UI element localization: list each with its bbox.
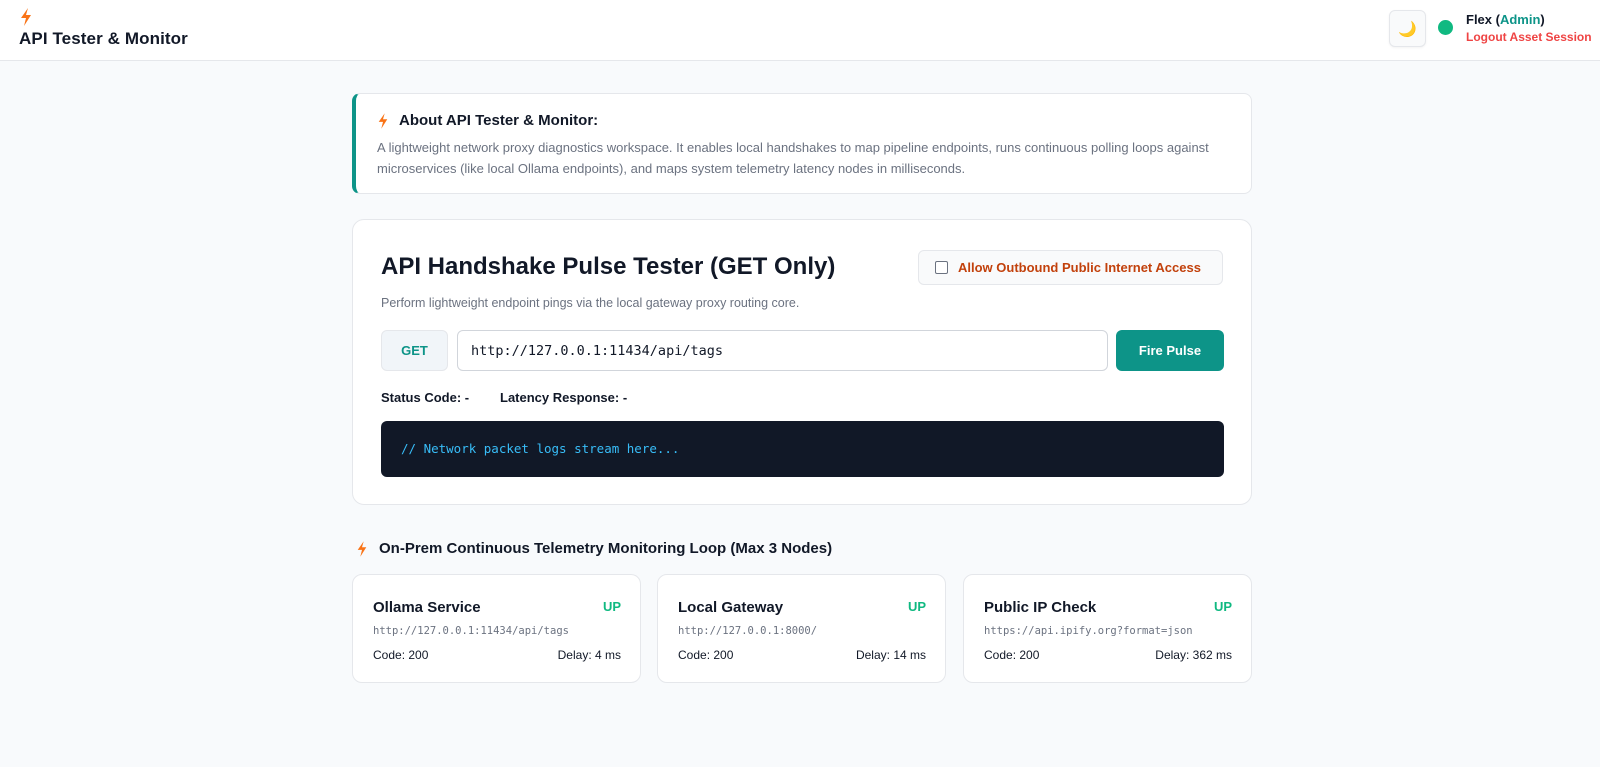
http-method-badge: GET <box>381 330 448 371</box>
node-name: Ollama Service <box>373 599 481 616</box>
user-block: Flex (Admin) Logout Asset Session <box>1466 12 1592 44</box>
node-status-code: Code: 200 <box>373 648 429 662</box>
tester-title: API Handshake Pulse Tester (GET Only) <box>381 253 836 280</box>
node-status-badge: UP <box>1213 599 1232 614</box>
about-card: About API Tester & Monitor: A lightweigh… <box>352 93 1252 194</box>
monitor-node-card: Ollama Service UP http://127.0.0.1:11434… <box>352 574 641 683</box>
monitor-title: On-Prem Continuous Telemetry Monitoring … <box>379 540 833 557</box>
node-delay: Delay: 362 ms <box>1155 648 1232 662</box>
node-url: https://api.ipify.org?format=json <box>984 625 1193 637</box>
theme-toggle-button[interactable]: 🌙 <box>1389 10 1426 47</box>
lightning-bolt-icon <box>21 8 31 26</box>
node-status-code: Code: 200 <box>984 648 1040 662</box>
lightning-bolt-icon <box>357 540 367 557</box>
about-title: About API Tester & Monitor: <box>399 112 599 129</box>
monitor-heading: On-Prem Continuous Telemetry Monitoring … <box>356 540 832 557</box>
logout-link[interactable]: Logout Asset Session <box>1466 30 1592 44</box>
about-description: A lightweight network proxy diagnostics … <box>377 140 1209 176</box>
node-url: http://127.0.0.1:8000/ <box>678 625 818 637</box>
node-name: Local Gateway <box>678 599 784 616</box>
app-title: API Tester & Monitor <box>19 29 188 48</box>
outbound-access-toggle[interactable]: Allow Outbound Public Internet Access <box>918 250 1223 285</box>
user-role: Admin <box>1499 12 1541 27</box>
outbound-access-checkbox[interactable] <box>935 261 948 274</box>
moon-icon: 🌙 <box>1398 20 1417 38</box>
monitor-node-card: Local Gateway UP http://127.0.0.1:8000/ … <box>657 574 946 683</box>
user-name: Flex <box>1466 12 1493 27</box>
tester-subtitle: Perform lightweight endpoint pings via t… <box>381 296 800 310</box>
lightning-bolt-icon <box>378 112 388 129</box>
node-status-code: Code: 200 <box>678 648 734 662</box>
node-name: Public IP Check <box>984 599 1097 616</box>
brand: API Tester & Monitor <box>19 8 188 49</box>
user-info: Flex (Admin) <box>1466 12 1545 27</box>
top-header: API Tester & Monitor 🌙 Flex (Admin) Logo… <box>0 0 1600 61</box>
fire-pulse-button[interactable]: Fire Pulse <box>1116 330 1224 371</box>
endpoint-url-input[interactable] <box>457 330 1108 371</box>
online-status-dot <box>1438 20 1453 35</box>
status-code-readout: Status Code: - <box>381 390 470 405</box>
node-delay: Delay: 4 ms <box>557 648 621 662</box>
node-status-badge: UP <box>907 599 926 614</box>
node-delay: Delay: 14 ms <box>855 648 926 662</box>
monitor-node-card: Public IP Check UP https://api.ipify.org… <box>963 574 1252 683</box>
about-heading: About API Tester & Monitor: <box>377 112 1231 129</box>
node-status-badge: UP <box>602 599 621 614</box>
packet-log-console: // Network packet logs stream here... <box>381 421 1224 477</box>
pulse-tester-card: API Handshake Pulse Tester (GET Only) Pe… <box>352 219 1252 505</box>
node-url: http://127.0.0.1:11434/api/tags <box>373 625 569 637</box>
latency-readout: Latency Response: - <box>500 390 628 405</box>
outbound-access-label: Allow Outbound Public Internet Access <box>958 260 1201 275</box>
